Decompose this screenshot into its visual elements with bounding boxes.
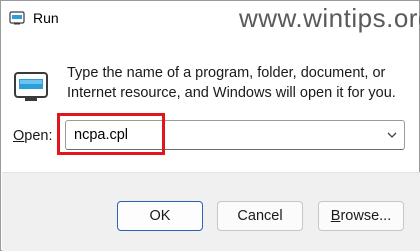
ok-button[interactable]: OK [117,201,203,231]
description-line-2: Internet resource, and Windows will open… [67,85,396,101]
open-label: Open: [13,128,53,144]
browse-label-rest: rowse... [340,208,392,224]
highlight-box [57,113,165,155]
browse-button[interactable]: Browse... [318,201,404,231]
chevron-down-icon[interactable] [386,129,398,141]
description-line-1: Type the name of a program, folder, docu… [67,65,386,81]
button-bar: OK Cancel Browse... [2,172,420,251]
open-label-accelerator: O [13,128,25,144]
window-title: Run [33,10,59,26]
run-icon [14,72,48,101]
cancel-button[interactable]: Cancel [217,201,303,231]
run-dialog: Run www.wintips.org Type the name of a p… [0,0,420,251]
watermark-text: www.wintips.org [239,3,420,33]
open-label-rest: pen: [24,128,53,144]
description-text: Type the name of a program, folder, docu… [67,63,407,103]
browse-accelerator: B [330,208,341,224]
run-icon [9,11,25,25]
